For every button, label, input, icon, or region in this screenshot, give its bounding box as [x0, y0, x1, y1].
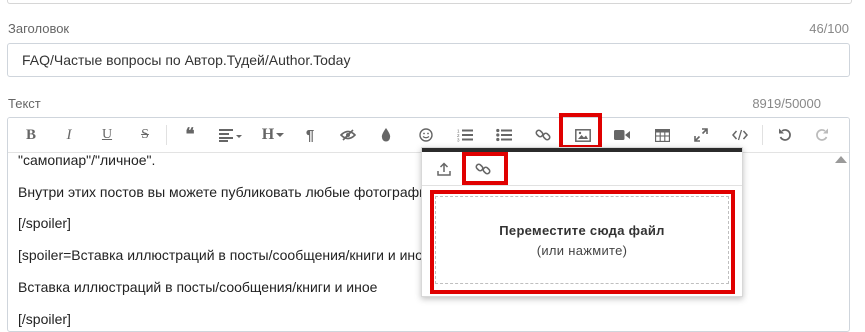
scroll-up-arrow-icon[interactable]	[835, 156, 847, 163]
editor-line: [/spoiler]	[18, 311, 71, 327]
color-button[interactable]	[373, 122, 399, 148]
editor-line: "самопиар"/"личное".	[18, 152, 156, 168]
bulleted-list-icon	[496, 128, 512, 142]
previous-field-box	[7, 0, 852, 4]
editor-line: Вставка иллюстраций в посты/сообщения/кн…	[18, 279, 378, 295]
emoji-button[interactable]	[413, 122, 439, 148]
eye-slash-icon	[340, 129, 356, 141]
droplet-icon	[381, 128, 391, 142]
table-icon	[654, 128, 670, 142]
italic-button[interactable]: I	[56, 122, 82, 148]
undo-icon	[779, 128, 791, 141]
redo-icon	[816, 128, 828, 141]
editor-line: [spoiler=Вставка иллюстраций в посты/соо…	[18, 247, 423, 263]
fullscreen-button[interactable]	[688, 122, 714, 148]
upload-icon	[437, 162, 451, 176]
align-left-icon	[219, 129, 242, 142]
bulleted-list-button[interactable]	[491, 122, 517, 148]
link-button[interactable]	[530, 122, 556, 148]
quote-button[interactable]: ❝	[177, 122, 203, 148]
code-view-button[interactable]	[727, 122, 753, 148]
heading-label: H	[261, 126, 275, 143]
hide-button[interactable]	[335, 122, 361, 148]
toolbar-divider	[166, 125, 167, 145]
toolbar-divider	[762, 125, 763, 145]
strikethrough-button[interactable]: S	[132, 122, 158, 148]
upload-tab[interactable]	[432, 158, 456, 180]
video-camera-icon	[614, 130, 630, 140]
underline-button[interactable]: U	[94, 122, 120, 148]
ordered-list-button[interactable]: 1 2 3	[452, 122, 478, 148]
dropzone-highlight	[430, 190, 735, 294]
svg-text:3: 3	[457, 138, 460, 143]
editor-line: [/spoiler]	[18, 215, 71, 231]
smiley-icon	[419, 128, 433, 142]
align-dropdown-button[interactable]	[214, 122, 248, 148]
table-button[interactable]	[649, 122, 675, 148]
code-icon	[732, 129, 748, 141]
expand-icon	[694, 128, 708, 142]
image-button-highlight	[559, 113, 602, 149]
bold-button[interactable]: B	[18, 122, 44, 148]
text-label: Текст	[8, 96, 41, 111]
pilcrow-icon: ¶	[305, 126, 315, 144]
title-char-counter: 46/100	[809, 21, 849, 36]
redo-button[interactable]	[809, 122, 835, 148]
url-tab-highlight	[462, 152, 508, 185]
undo-button[interactable]	[772, 122, 798, 148]
text-char-counter: 8919/50000	[752, 96, 821, 111]
editor-line: Внутри этих постов вы можете публиковать…	[18, 184, 427, 200]
link-icon	[535, 129, 551, 141]
paragraph-button[interactable]: ¶	[297, 122, 323, 148]
video-button[interactable]	[609, 122, 635, 148]
title-label: Заголовок	[8, 21, 70, 36]
chevron-down-icon	[276, 133, 285, 137]
title-input[interactable]: FAQ/Частые вопросы по Автор.Тудей/Author…	[7, 43, 850, 77]
ordered-list-icon: 1 2 3	[457, 129, 473, 143]
heading-dropdown-button[interactable]: H	[256, 122, 290, 148]
